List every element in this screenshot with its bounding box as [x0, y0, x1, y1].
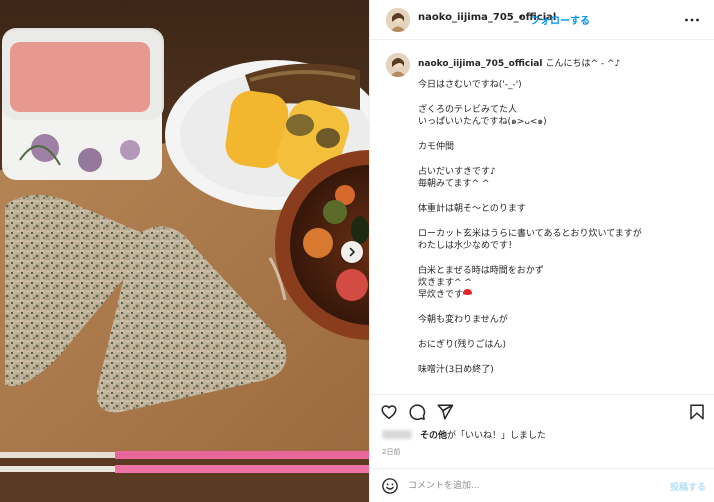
caption-line: 今日はさむいですね('-_-') [418, 80, 522, 90]
likes-summary: その他が「いいね！」しました [382, 428, 546, 441]
post-header: naoko_iijima_705_official • フォローする [370, 0, 714, 40]
comment-icon [409, 404, 426, 421]
post-timestamp[interactable]: 2日前 [382, 447, 400, 457]
post-photo[interactable] [0, 0, 369, 502]
comment-button[interactable] [408, 403, 426, 421]
share-button[interactable] [436, 403, 454, 421]
send-icon [437, 404, 454, 420]
action-bar [370, 394, 714, 424]
avatar[interactable] [386, 53, 410, 77]
caption-line: わたしは水少なめです！ [418, 241, 518, 251]
caption-line: 白米とまぜる時は時間をおかず [418, 266, 544, 276]
header-separator: • [518, 12, 524, 23]
more-options-button[interactable] [682, 10, 702, 30]
caption-username[interactable]: naoko_iijima_705_official [418, 59, 542, 69]
rice-ball-emoji-icon [463, 289, 473, 298]
caption-line: ローカット玄米はうらに書いてあるとおり炊いてますが [418, 229, 642, 239]
caption-line: 炊きます^ ^ [418, 278, 472, 288]
like-button[interactable] [380, 403, 398, 421]
caption-line-with-emoji: 早炊きです [418, 289, 703, 301]
caption-line: 占いだいすきです♪ [418, 167, 496, 177]
bookmark-icon [690, 404, 704, 420]
photo-image [0, 0, 369, 502]
blurred-username [382, 430, 412, 439]
caption-line: 今朝も変わりませんが [418, 315, 508, 325]
comment-bar: 投稿する [370, 468, 714, 502]
emoji-picker-button[interactable] [381, 477, 399, 495]
more-horizontal-icon [685, 18, 699, 22]
caption-line: 早炊きです [418, 290, 464, 300]
likes-others-link[interactable]: その他 [420, 431, 447, 441]
save-button[interactable] [688, 403, 706, 421]
caption-body: 今日はさむいですね('-_-') ざくろのテレビみてた人 いっぱいいたんですね(… [418, 79, 703, 376]
caption-area: naoko_iijima_705_official こんにちは^ - ^♪ 今日は… [370, 41, 714, 391]
heart-icon [381, 405, 397, 420]
caption-greeting: こんにちは^ - ^♪ [545, 59, 621, 69]
smiley-icon [382, 478, 398, 494]
caption-line: ざくろのテレビみてた人 [418, 105, 518, 115]
likes-text: が「いいね！」しました [447, 431, 547, 441]
caption-line: 体重計は朝そ〜とのります [418, 204, 526, 214]
post-side-panel: naoko_iijima_705_official • フォローする naoko… [369, 0, 714, 502]
comment-input[interactable] [408, 478, 648, 494]
caption-line: おにぎり(残りごはん) [418, 340, 507, 350]
carousel-next-button[interactable] [341, 241, 363, 263]
avatar[interactable] [386, 8, 410, 32]
follow-button[interactable]: フォローする [530, 12, 590, 27]
caption-line: 毎朝みてます^ ^ [418, 179, 490, 189]
caption-line: 味噌汁(3日め終了) [418, 365, 494, 375]
chevron-right-icon [349, 247, 355, 257]
caption-line: カモ仲間 [418, 142, 455, 152]
post-comment-button[interactable]: 投稿する [670, 480, 706, 493]
caption-line: いっぱいいたんですね(๑>ᴗ<๑) [418, 117, 547, 127]
caption-head: naoko_iijima_705_official こんにちは^ - ^♪ [418, 56, 620, 69]
